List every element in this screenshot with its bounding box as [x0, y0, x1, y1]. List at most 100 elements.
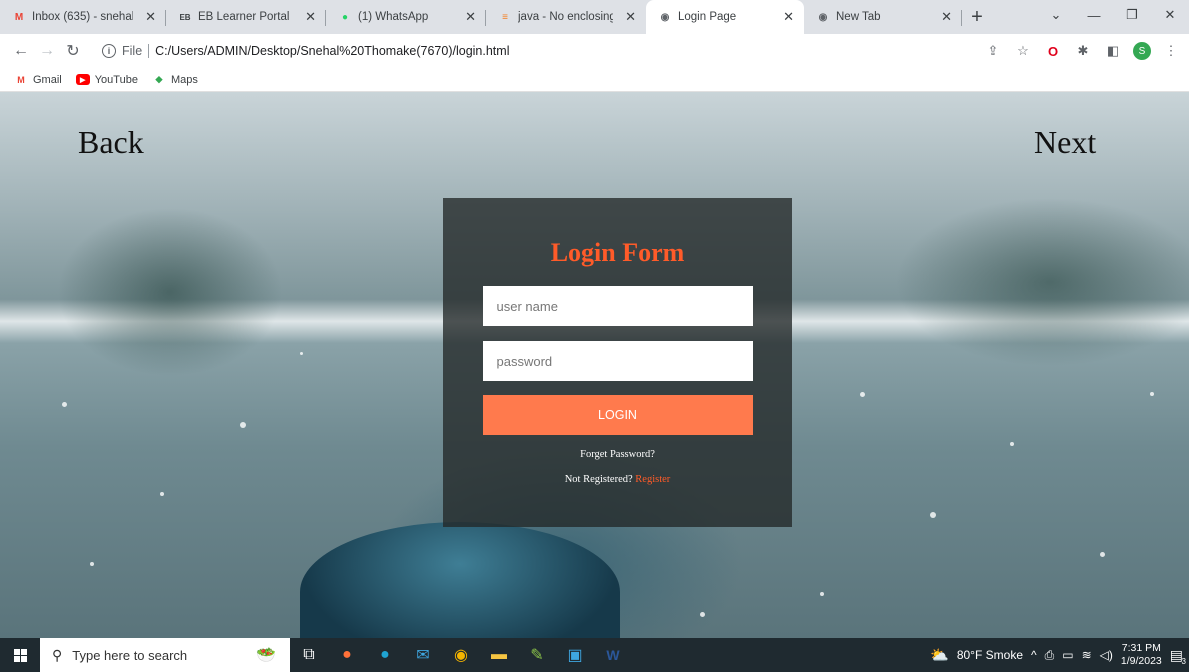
tab-gmail[interactable]: M Inbox (635) - snehalth ✕	[0, 0, 166, 34]
snowflake	[700, 612, 705, 617]
star-icon[interactable]: ☆	[1013, 41, 1033, 61]
youtube-icon: ▶	[75, 74, 90, 85]
search-placeholder: Type here to search	[72, 647, 188, 663]
snowflake	[300, 352, 303, 355]
clock[interactable]: 7:31 PM 1/9/2023	[1121, 642, 1162, 668]
firefox-icon[interactable]: ●	[328, 638, 366, 672]
snowflake	[62, 402, 67, 407]
snowflake	[1010, 442, 1014, 446]
not-registered-text: Not Registered? Register	[565, 474, 671, 485]
start-button[interactable]	[0, 638, 40, 672]
word-icon[interactable]: W	[594, 638, 632, 672]
tab-strip: M Inbox (635) - snehalth ✕ EB EB Learner…	[0, 0, 1189, 34]
mail-icon[interactable]: ✉	[404, 638, 442, 672]
search-highlight-icon[interactable]: 🥗	[256, 645, 276, 665]
share-icon[interactable]: ⇪	[983, 41, 1003, 61]
close-icon[interactable]: ✕	[783, 9, 794, 25]
extensions-icon[interactable]: ✱	[1073, 41, 1093, 61]
weather-icon: ⛅	[930, 647, 949, 664]
tab-title: EB Learner Portal	[198, 11, 290, 23]
menu-icon[interactable]: ⋮	[1161, 41, 1181, 61]
notepad-icon[interactable]: ✎	[518, 638, 556, 672]
notifications-icon[interactable]: ▤ 3	[1170, 647, 1186, 666]
close-icon[interactable]: ✕	[145, 9, 156, 25]
restore-icon[interactable]: ❐	[1113, 0, 1151, 30]
close-window-icon[interactable]: ✕	[1151, 0, 1189, 30]
chrome-icon: ◉	[818, 11, 828, 23]
address-bar[interactable]: i File C:/Users/ADMIN/Desktop/Snehal%20T…	[102, 38, 1022, 64]
password-input[interactable]: password	[482, 341, 753, 381]
minimize-icon[interactable]: —	[1075, 0, 1113, 30]
tab-title: Login Page	[678, 11, 737, 23]
next-link[interactable]: Next	[1034, 124, 1096, 161]
chevron-up-icon[interactable]: ^	[1031, 648, 1037, 662]
back-link[interactable]: Back	[78, 124, 144, 161]
bookmark-maps[interactable]: ◆ Maps	[152, 74, 198, 86]
store-icon[interactable]: ▣	[556, 638, 594, 672]
bookmark-gmail[interactable]: M Gmail	[14, 74, 61, 86]
tab-title: Inbox (635) - snehalth	[32, 11, 134, 23]
new-tab-button[interactable]: +	[962, 0, 992, 34]
battery-icon[interactable]: ▭	[1062, 648, 1073, 662]
snowflake	[1150, 392, 1154, 396]
tab-login-page[interactable]: ◉ Login Page ✕	[646, 0, 804, 34]
edge-icon[interactable]: ●	[366, 638, 404, 672]
pinned-apps: ⧉ ● ● ✉ ◉ ▬ ✎ ▣ W	[290, 638, 632, 672]
task-view-icon[interactable]: ⧉	[290, 638, 328, 672]
back-arrow-icon[interactable]: ←	[8, 37, 34, 65]
not-registered-label: Not Registered?	[564, 474, 633, 485]
bookmark-youtube[interactable]: ▶ YouTube	[75, 74, 138, 86]
close-icon[interactable]: ✕	[625, 9, 636, 25]
meet-now-icon[interactable]: ⎙	[1045, 648, 1055, 663]
bookmark-label: Maps	[170, 73, 198, 86]
forget-password-link[interactable]: Forget Password?	[580, 449, 655, 460]
tab-eb-learner[interactable]: EB EB Learner Portal ✕	[166, 0, 326, 34]
snowflake	[240, 422, 246, 428]
search-icon: ⚲	[52, 646, 63, 663]
close-icon[interactable]: ✕	[941, 9, 952, 25]
reload-icon[interactable]: ↻	[60, 37, 86, 65]
file-explorer-icon[interactable]: ▬	[480, 638, 518, 672]
close-icon[interactable]: ✕	[465, 9, 476, 25]
tab-stackoverflow[interactable]: ≡ java - No enclosing in ✕	[486, 0, 646, 34]
divider	[148, 44, 150, 58]
maps-icon: ◆	[155, 74, 163, 84]
register-link[interactable]: Register	[635, 474, 670, 485]
close-icon[interactable]: ✕	[305, 9, 316, 25]
scheme-label: File	[122, 44, 143, 58]
snowflake	[90, 562, 94, 566]
tab-title: java - No enclosing in	[518, 11, 614, 23]
sidepanel-icon[interactable]: ◧	[1103, 41, 1123, 61]
tab-search-icon[interactable]: ⌄	[1037, 0, 1075, 30]
username-input[interactable]: user name	[482, 286, 753, 326]
login-button[interactable]: LOGIN	[482, 395, 753, 435]
system-tray: ⛅ 80°F Smoke ^ ⎙ ▭ ≋ ◁) 7:31 PM 1/9/2023…	[930, 638, 1189, 672]
bookmarks-bar: M Gmail ▶ YouTube ◆ Maps	[0, 68, 1189, 92]
page-viewport: Back Next Login Form user name password …	[0, 92, 1189, 638]
opera-extension-icon[interactable]: O	[1043, 41, 1063, 61]
weather-text[interactable]: 80°F Smoke	[957, 648, 1023, 662]
profile-avatar[interactable]: S	[1133, 42, 1151, 60]
clock-time: 7:31 PM	[1121, 642, 1161, 654]
info-icon[interactable]: i	[102, 44, 116, 58]
login-title: Login Form	[550, 238, 685, 267]
url-text: C:/Users/ADMIN/Desktop/Snehal%20Thomake(…	[155, 44, 510, 58]
volume-icon[interactable]: ◁)	[1100, 648, 1113, 662]
globe-icon: ◉	[660, 11, 670, 23]
toolbar-icons: ⇪ ☆ O ✱ ◧ S ⋮	[983, 38, 1181, 64]
eb-icon: EB	[179, 12, 191, 22]
tab-whatsapp[interactable]: ● (1) WhatsApp ✕	[326, 0, 486, 34]
snowflake	[930, 512, 936, 518]
snowflake	[860, 392, 865, 397]
window-controls: ⌄ — ❐ ✕	[1037, 0, 1189, 30]
notification-count: 3	[1181, 656, 1186, 666]
windows-logo-icon	[13, 648, 27, 662]
snowflake	[160, 492, 164, 496]
taskbar-search[interactable]: ⚲ Type here to search 🥗	[40, 638, 290, 672]
wifi-icon[interactable]: ≋	[1082, 648, 1092, 662]
tab-new-tab[interactable]: ◉ New Tab ✕	[804, 0, 962, 34]
snowflake	[1100, 552, 1105, 557]
chrome-icon[interactable]: ◉	[442, 638, 480, 672]
gmail-icon: M	[17, 74, 25, 85]
forward-arrow-icon[interactable]: →	[34, 37, 60, 65]
